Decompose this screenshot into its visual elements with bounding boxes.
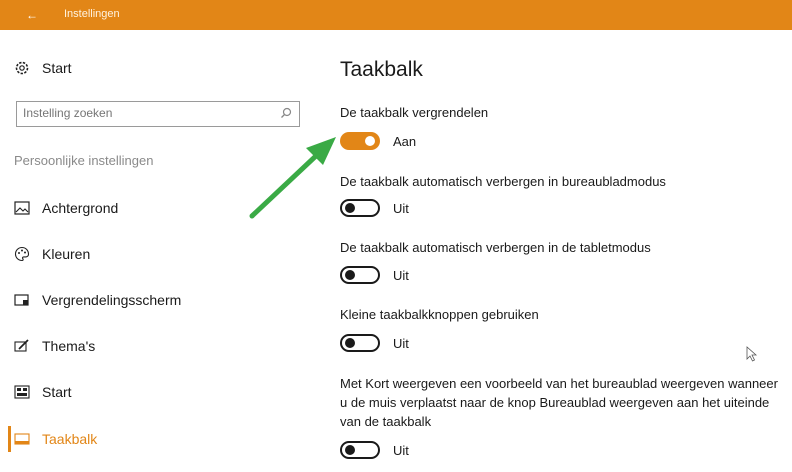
annotation-arrow bbox=[249, 137, 336, 219]
mouse-cursor-icon bbox=[746, 346, 758, 362]
